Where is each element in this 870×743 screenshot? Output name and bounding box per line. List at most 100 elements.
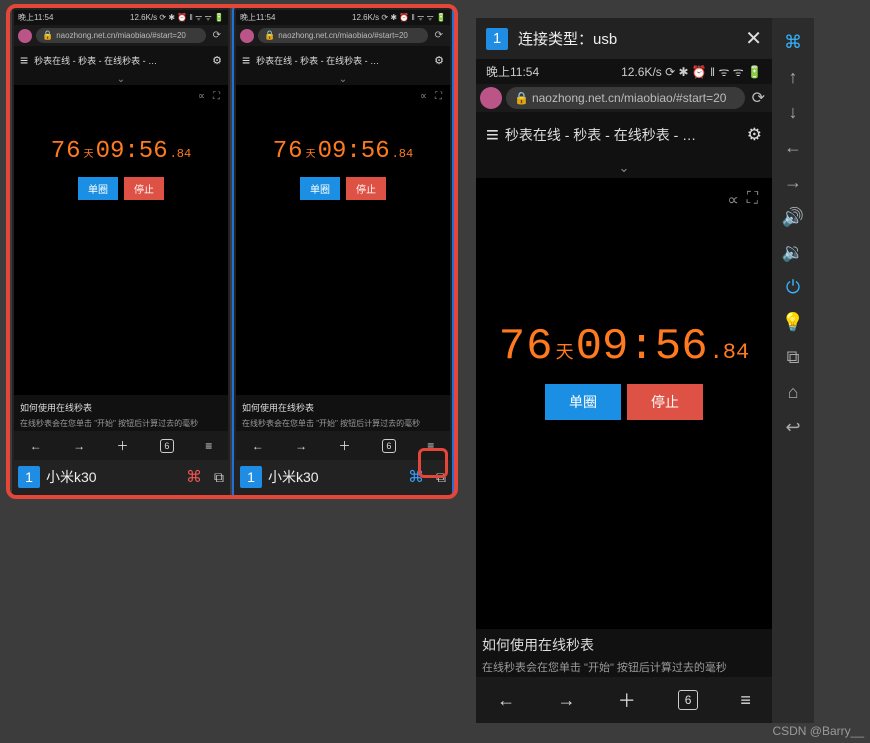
thumb-footer: 1 小米k30 ⌘ ⧉ bbox=[14, 460, 228, 494]
page-content: ∝ ⛶ 76 天 09:56 .84 单圈 停止 如何使用在线秒表 在线秒表会在… bbox=[476, 178, 772, 677]
url-text: naozhong.net.cn/miaobiao/#start=20 bbox=[532, 91, 726, 105]
lap-button[interactable]: 单圈 bbox=[545, 384, 621, 420]
connection-label: 连接类型：usb bbox=[518, 28, 617, 49]
share-icon[interactable]: ∝ bbox=[420, 91, 427, 102]
refresh-icon[interactable]: ⟳ bbox=[432, 30, 446, 41]
arrow-down-icon[interactable]: ↓ bbox=[789, 102, 798, 123]
content-top-icons: ∝ ⛶ bbox=[190, 85, 228, 108]
browser-bottom-nav: ← → ＋ 6 ≡ bbox=[14, 431, 228, 460]
status-right: 12.6K/s ⟳ ✱ ⏰ ‖ ᯤ ᯤ 🔋 bbox=[621, 63, 762, 80]
browser-url-bar: naozhong.net.cn/miaobiao/#start=20 ⟳ bbox=[476, 84, 772, 112]
browser-bottom-nav: ← → ＋ 6 ≡ bbox=[236, 431, 450, 460]
timer-time: 09:56 bbox=[318, 138, 390, 165]
share-icon[interactable]: ∝ bbox=[198, 91, 205, 102]
nav-tab-count[interactable]: 6 bbox=[678, 690, 698, 710]
watermark-label: CSDN @Barry__ bbox=[772, 724, 864, 738]
nav-tab-count[interactable]: 6 bbox=[382, 439, 396, 453]
status-right: 12.6K/s ⟳ ✱ ⏰ ‖ ᯤ ᯤ 🔋 bbox=[352, 12, 446, 23]
status-bar: 晚上11:54 12.6K/s ⟳ ✱ ⏰ ‖ ᯤ ᯤ 🔋 bbox=[476, 59, 772, 84]
url-input[interactable]: naozhong.net.cn/miaobiao/#start=20 bbox=[258, 28, 428, 43]
howto-body: 在线秒表会在您单击 "开始" 按钮后计算过去的毫秒 bbox=[482, 659, 766, 675]
lap-button[interactable]: 单圈 bbox=[300, 177, 340, 200]
gear-icon[interactable] bbox=[747, 125, 762, 145]
gear-icon[interactable] bbox=[434, 54, 444, 67]
popout-icon[interactable]: ⧉ bbox=[436, 469, 446, 486]
arrow-up-icon[interactable]: ↑ bbox=[789, 67, 798, 88]
chevron-down-icon[interactable]: ⌄ bbox=[14, 74, 228, 85]
avatar-icon[interactable] bbox=[18, 29, 32, 43]
arrow-right-icon[interactable]: → bbox=[784, 172, 802, 193]
refresh-icon[interactable]: ⟳ bbox=[749, 88, 768, 108]
nav-new-tab-icon[interactable]: ＋ bbox=[116, 437, 128, 454]
device-thumbnail-2[interactable]: 晚上11:54 12.6K/s ⟳ ✱ ⏰ ‖ ᯤ ᯤ 🔋 naozhong.n… bbox=[234, 8, 452, 496]
nav-forward-icon[interactable]: → bbox=[73, 439, 85, 453]
hamburger-icon[interactable] bbox=[20, 52, 28, 68]
bulb-icon[interactable]: 💡 bbox=[782, 312, 804, 333]
stop-button[interactable]: 停止 bbox=[346, 177, 386, 200]
hamburger-icon[interactable] bbox=[242, 52, 250, 68]
home-icon[interactable]: ⌂ bbox=[788, 382, 799, 403]
avatar-icon[interactable] bbox=[240, 29, 254, 43]
group-control-icon[interactable]: ⌘ bbox=[784, 32, 802, 53]
refresh-icon[interactable]: ⟳ bbox=[210, 30, 224, 41]
stopwatch-display: 76 天 09:56 .84 bbox=[499, 322, 749, 372]
lock-icon bbox=[264, 30, 275, 41]
content-top-icons: ∝ ⛶ bbox=[412, 85, 450, 108]
device-thumbnail-1[interactable]: 晚上11:54 12.6K/s ⟳ ✱ ⏰ ‖ ᯤ ᯤ 🔋 naozhong.n… bbox=[12, 8, 230, 496]
avatar-icon[interactable] bbox=[480, 87, 502, 109]
nav-back-icon[interactable]: ← bbox=[497, 690, 515, 711]
nav-new-tab-icon[interactable]: ＋ bbox=[618, 687, 636, 713]
howto-section: 如何使用在线秒表 在线秒表会在您单击 "开始" 按钮后计算过去的毫秒 bbox=[14, 395, 228, 431]
expanded-header: 1 连接类型：usb ✕ bbox=[476, 18, 772, 59]
expanded-device-panel: 1 连接类型：usb ✕ 晚上11:54 12.6K/s ⟳ ✱ ⏰ ‖ ᯤ ᯤ… bbox=[476, 18, 814, 723]
status-right: 12.6K/s ⟳ ✱ ⏰ ‖ ᯤ ᯤ 🔋 bbox=[130, 12, 224, 23]
gear-icon[interactable] bbox=[212, 54, 222, 67]
timer-days: 76 bbox=[273, 138, 304, 165]
chevron-down-icon[interactable]: ⌄ bbox=[236, 74, 450, 85]
thumbnail-grid: 晚上11:54 12.6K/s ⟳ ✱ ⏰ ‖ ᯤ ᯤ 🔋 naozhong.n… bbox=[12, 8, 456, 496]
timer-days: 76 bbox=[499, 322, 554, 372]
nav-back-icon[interactable]: ← bbox=[30, 439, 42, 453]
chevron-down-icon[interactable]: ⌄ bbox=[476, 158, 772, 178]
stop-button[interactable]: 停止 bbox=[627, 384, 703, 420]
stop-button[interactable]: 停止 bbox=[124, 177, 164, 200]
hamburger-icon[interactable] bbox=[486, 122, 499, 148]
nav-menu-icon[interactable]: ≡ bbox=[740, 690, 751, 711]
device-number-badge: 1 bbox=[18, 466, 40, 488]
nav-menu-icon[interactable]: ≡ bbox=[427, 439, 434, 453]
status-bar: 晚上11:54 12.6K/s ⟳ ✱ ⏰ ‖ ᯤ ᯤ 🔋 bbox=[14, 10, 228, 25]
volume-down-icon[interactable]: 🔉 bbox=[782, 242, 804, 263]
nav-forward-icon[interactable]: → bbox=[295, 439, 307, 453]
device-name: 小米k30 bbox=[268, 467, 319, 487]
nav-menu-icon[interactable]: ≡ bbox=[205, 439, 212, 453]
nav-back-icon[interactable]: ← bbox=[252, 439, 264, 453]
volume-up-icon[interactable]: 🔊 bbox=[782, 207, 804, 228]
arrow-left-icon[interactable]: ← bbox=[784, 137, 802, 158]
lock-icon bbox=[42, 30, 53, 41]
howto-title: 如何使用在线秒表 bbox=[242, 401, 444, 414]
power-icon[interactable]: ⏻ bbox=[786, 277, 800, 298]
howto-body: 在线秒表会在您单击 "开始" 按钮后计算过去的毫秒 bbox=[20, 418, 222, 429]
browser-bottom-nav: ← → ＋ 6 ≡ bbox=[476, 677, 772, 723]
url-text: naozhong.net.cn/miaobiao/#start=20 bbox=[278, 31, 408, 40]
nav-tab-count[interactable]: 6 bbox=[160, 439, 174, 453]
stopwatch-buttons: 单圈 停止 bbox=[78, 177, 164, 200]
return-icon[interactable]: ↩ bbox=[785, 417, 800, 438]
status-bar: 晚上11:54 12.6K/s ⟳ ✱ ⏰ ‖ ᯤ ᯤ 🔋 bbox=[236, 10, 450, 25]
timer-day-unit: 天 bbox=[84, 145, 94, 161]
close-icon[interactable]: ✕ bbox=[745, 26, 762, 51]
timer-ms: .84 bbox=[170, 147, 192, 161]
fullscreen-icon[interactable]: ⛶ bbox=[213, 91, 220, 102]
share-icon[interactable]: ∝ bbox=[727, 190, 738, 210]
fullscreen-icon[interactable]: ⛶ bbox=[435, 91, 442, 102]
url-input[interactable]: naozhong.net.cn/miaobiao/#start=20 bbox=[506, 87, 745, 109]
group-icon[interactable]: ⌘ bbox=[186, 467, 202, 487]
group-icon[interactable]: ⌘ bbox=[408, 467, 424, 487]
fullscreen-icon[interactable]: ⛶ bbox=[747, 190, 758, 210]
url-input[interactable]: naozhong.net.cn/miaobiao/#start=20 bbox=[36, 28, 206, 43]
multitask-icon[interactable]: ⧉ bbox=[787, 347, 800, 368]
nav-forward-icon[interactable]: → bbox=[557, 690, 575, 711]
nav-new-tab-icon[interactable]: ＋ bbox=[338, 437, 350, 454]
lap-button[interactable]: 单圈 bbox=[78, 177, 118, 200]
popout-icon[interactable]: ⧉ bbox=[214, 469, 224, 486]
